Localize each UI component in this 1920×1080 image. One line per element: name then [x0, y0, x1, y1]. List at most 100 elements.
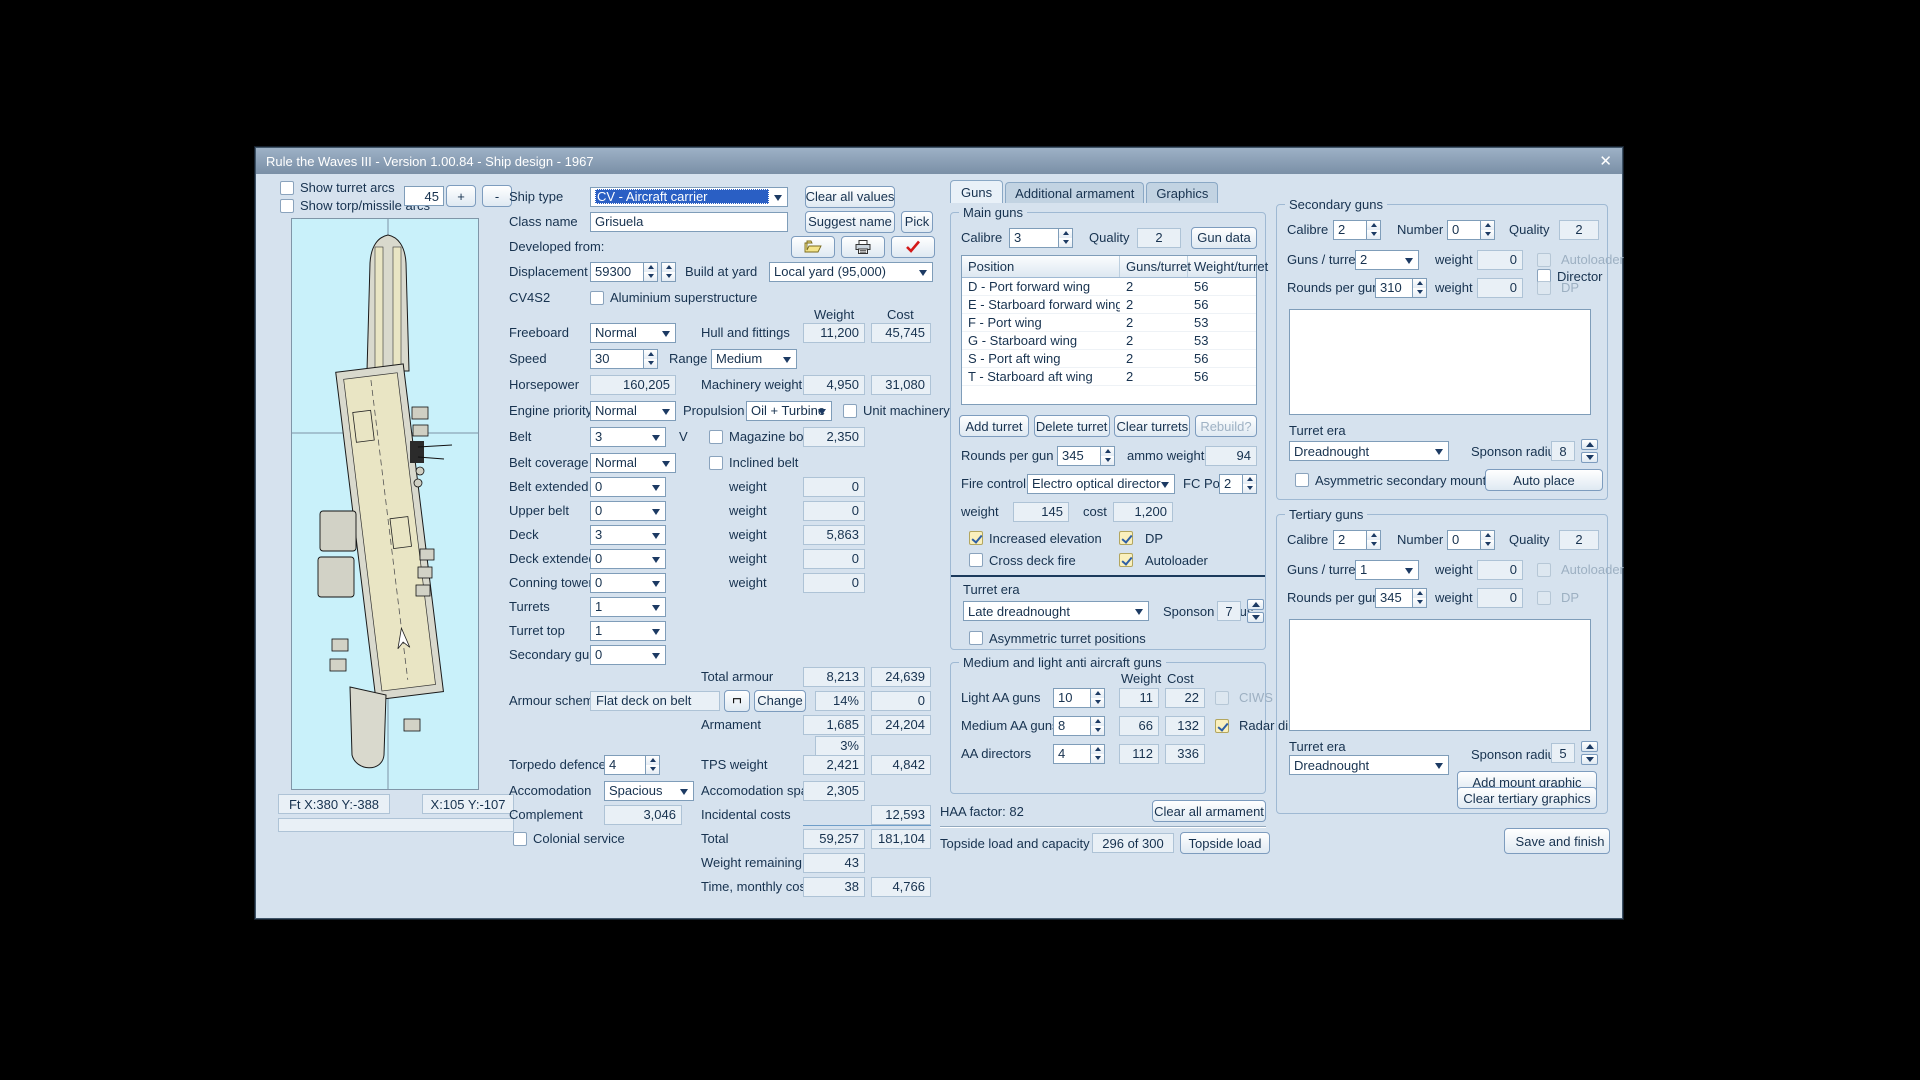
light-aa-spin-buttons[interactable] — [1090, 688, 1105, 708]
unit-machinery-checkbox[interactable] — [843, 404, 857, 418]
open-file-button[interactable] — [791, 236, 835, 258]
fc-spin-buttons[interactable] — [1242, 474, 1257, 494]
medium-aa-spin-buttons[interactable] — [1090, 716, 1105, 736]
sec-sponson-radius-buttons[interactable] — [1581, 439, 1598, 463]
ship-drawing-canvas[interactable] — [291, 218, 479, 790]
belt-coverage-select[interactable]: Normal — [590, 453, 676, 473]
show-torp-arcs-checkbox[interactable] — [280, 199, 294, 213]
secondary-mounts-listbox[interactable] — [1289, 309, 1591, 415]
tab-additional-armament[interactable]: Additional armament — [1005, 182, 1144, 203]
main-calibre-spin-buttons[interactable] — [1058, 228, 1073, 248]
tab-graphics[interactable]: Graphics — [1146, 182, 1218, 203]
position-column-header[interactable]: Position — [962, 256, 1120, 277]
sec-calibre-spin-buttons[interactable] — [1366, 220, 1381, 240]
turrets-select[interactable]: 1 — [590, 597, 666, 617]
save-and-finish-button[interactable]: Save and finish — [1504, 828, 1610, 854]
pick-button[interactable]: Pick — [901, 211, 933, 233]
light-aa-stepper[interactable]: 10 — [1053, 688, 1105, 708]
deck-select[interactable]: 3 — [590, 525, 666, 545]
aluminium-superstructure-checkbox[interactable] — [590, 291, 604, 305]
ter-calibre-spin-buttons[interactable] — [1366, 530, 1381, 550]
asymmetric-turret-positions-checkbox[interactable] — [969, 631, 983, 645]
guns-per-turret-column-header[interactable]: Guns/turret — [1120, 256, 1188, 277]
speed-stepper[interactable]: 30 — [590, 349, 658, 369]
suggest-name-button[interactable]: Suggest name — [805, 211, 895, 233]
ter-number-spin-buttons[interactable] — [1480, 530, 1495, 550]
rounds-per-gun-stepper[interactable]: 345 — [1057, 446, 1115, 466]
clear-all-values-button[interactable]: Clear all values — [805, 186, 895, 208]
dp-checkbox[interactable] — [1119, 531, 1133, 545]
main-sponson-radius-buttons[interactable] — [1247, 599, 1264, 623]
sec-rounds-stepper[interactable]: 310 — [1375, 278, 1427, 298]
aa-directors-spin-buttons[interactable] — [1090, 744, 1105, 764]
armour-scheme-icon-button[interactable] — [724, 690, 750, 712]
close-icon[interactable]: ✕ — [1599, 152, 1612, 170]
belt-select[interactable]: 3 — [590, 427, 666, 447]
turret-positions-table[interactable]: Position Guns/turret Weight/turret D - P… — [961, 255, 1257, 405]
torpedo-defence-spin-buttons[interactable] — [645, 755, 660, 775]
ship-type-select[interactable]: CV - Aircraft carrier — [590, 187, 788, 207]
ter-turret-era-select[interactable]: Dreadnought — [1289, 755, 1449, 775]
engine-priority-select[interactable]: Normal — [590, 401, 676, 421]
turret-top-select[interactable]: 1 — [590, 621, 666, 641]
arrow-down-icon[interactable] — [1581, 754, 1598, 765]
displacement-spin-buttons[interactable] — [643, 262, 658, 282]
sec-guns-per-turret-select[interactable]: 2 — [1355, 250, 1419, 270]
arrow-up-icon[interactable] — [1581, 741, 1598, 752]
table-row[interactable]: F - Port wing 2 53 — [962, 314, 1256, 332]
ter-sponson-radius-buttons[interactable] — [1581, 741, 1598, 765]
table-row[interactable]: G - Starboard wing 2 53 — [962, 332, 1256, 350]
displacement-fine-spin-buttons[interactable] — [661, 262, 676, 282]
ter-number-stepper[interactable]: 0 — [1447, 530, 1495, 550]
title-bar[interactable]: Rule the Waves III - Version 1.00.84 - S… — [256, 148, 1622, 174]
displacement-stepper[interactable]: 59300 — [590, 262, 658, 282]
add-turret-button[interactable]: Add turret — [959, 415, 1029, 437]
topside-load-button[interactable]: Topside load — [1180, 832, 1270, 854]
radar-dir-checkbox[interactable] — [1215, 719, 1229, 733]
weight-per-turret-column-header[interactable]: Weight/turret — [1188, 256, 1250, 277]
change-armour-scheme-button[interactable]: Change — [754, 690, 806, 712]
secondary-guns-count-select[interactable]: 0 — [590, 645, 666, 665]
increased-elevation-checkbox[interactable] — [969, 531, 983, 545]
conning-tower-select[interactable]: 0 — [590, 573, 666, 593]
sec-number-stepper[interactable]: 0 — [1447, 220, 1495, 240]
show-turret-arcs-checkbox[interactable] — [280, 181, 294, 195]
freeboard-select[interactable]: Normal — [590, 323, 676, 343]
propulsion-select[interactable]: Oil + Turbine — [746, 401, 832, 421]
sec-number-spin-buttons[interactable] — [1480, 220, 1495, 240]
sec-turret-era-select[interactable]: Dreadnought — [1289, 441, 1449, 461]
torpedo-defence-stepper[interactable]: 4 — [604, 755, 660, 775]
range-select[interactable]: Medium — [711, 349, 797, 369]
accomodation-select[interactable]: Spacious — [604, 781, 694, 801]
autoloader-checkbox[interactable] — [1119, 553, 1133, 567]
table-row[interactable]: D - Port forward wing 2 56 — [962, 278, 1256, 296]
belt-extended-select[interactable]: 0 — [590, 477, 666, 497]
delete-turret-button[interactable]: Delete turret — [1034, 415, 1110, 437]
asymmetric-secondary-mounts-checkbox[interactable] — [1295, 473, 1309, 487]
medium-aa-stepper[interactable]: 8 — [1053, 716, 1105, 736]
build-at-yard-select[interactable]: Local yard (95,000) — [769, 262, 933, 282]
table-row[interactable]: T - Starboard aft wing 2 56 — [962, 368, 1256, 386]
ter-guns-per-turret-select[interactable]: 1 — [1355, 560, 1419, 580]
aa-directors-stepper[interactable]: 4 — [1053, 744, 1105, 764]
fc-positions-stepper[interactable]: 2 — [1219, 474, 1257, 494]
table-row[interactable]: S - Port aft wing 2 56 — [962, 350, 1256, 368]
angle-value-field[interactable]: 45 — [404, 186, 444, 206]
clear-turrets-button[interactable]: Clear turrets — [1114, 415, 1190, 437]
sec-rounds-spin-buttons[interactable] — [1412, 278, 1427, 298]
arrow-down-icon[interactable] — [1247, 612, 1264, 623]
tab-guns[interactable]: Guns — [950, 180, 1003, 203]
sec-calibre-stepper[interactable]: 2 — [1333, 220, 1381, 240]
magazine-box-checkbox[interactable] — [709, 430, 723, 444]
upper-belt-select[interactable]: 0 — [590, 501, 666, 521]
angle-plus-button[interactable]: + — [446, 185, 476, 207]
clear-tertiary-graphics-button[interactable]: Clear tertiary graphics — [1457, 787, 1597, 809]
ter-rounds-stepper[interactable]: 345 — [1375, 588, 1427, 608]
speed-spin-buttons[interactable] — [643, 349, 658, 369]
arrow-down-icon[interactable] — [1581, 452, 1598, 463]
colonial-service-checkbox[interactable] — [513, 832, 527, 846]
ter-calibre-stepper[interactable]: 2 — [1333, 530, 1381, 550]
rounds-spin-buttons[interactable] — [1100, 446, 1115, 466]
clear-all-armament-button[interactable]: Clear all armament — [1152, 800, 1266, 822]
print-button[interactable] — [841, 236, 885, 258]
